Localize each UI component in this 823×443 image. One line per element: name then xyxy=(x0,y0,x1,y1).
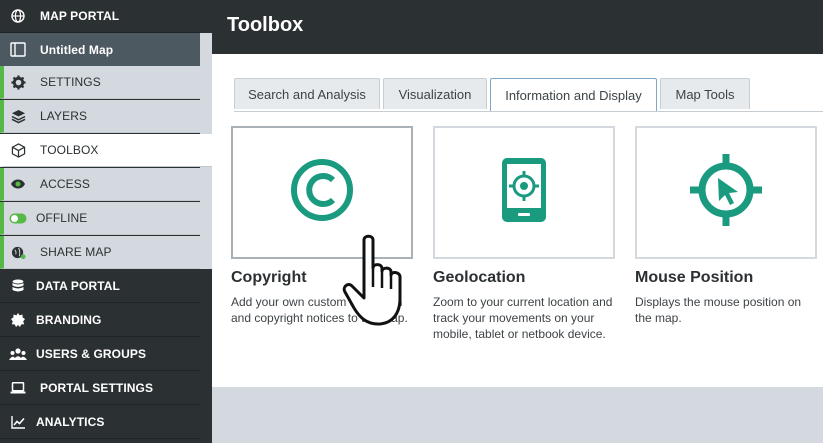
page-title: Toolbox xyxy=(227,14,304,36)
tab-visualization[interactable]: Visualization xyxy=(383,78,487,109)
tool-card-geolocation[interactable]: Geolocation Zoom to your current locatio… xyxy=(433,126,615,342)
sidebar-item-label: Untitled Map xyxy=(40,42,114,57)
tab-bar: Search and Analysis Visualization Inform… xyxy=(234,78,823,112)
chart-icon xyxy=(8,412,28,432)
gear-icon xyxy=(8,72,28,92)
users-icon xyxy=(8,344,28,364)
sidebar-item-offline[interactable]: OFFLINE xyxy=(0,202,200,235)
sidebar-item-label: TOOLBOX xyxy=(40,143,99,157)
eye-icon xyxy=(8,174,28,194)
globe-icon xyxy=(8,6,28,26)
sidebar-edge-top xyxy=(200,0,212,33)
sidebar-edge-bottom xyxy=(200,269,212,443)
tool-card-description: Displays the mouse position on the map. xyxy=(635,295,802,325)
sidebar-item-map-portal[interactable]: MAP PORTAL xyxy=(0,0,200,33)
sidebar-item-layers[interactable]: LAYERS xyxy=(0,100,200,133)
sidebar-item-data-portal[interactable]: DATA PORTAL xyxy=(0,270,200,303)
sidebar-item-label: OFFLINE xyxy=(36,211,88,225)
tool-card-thumbnail[interactable] xyxy=(635,126,817,259)
tool-card-title: Geolocation xyxy=(433,269,526,286)
sidebar-item-label: ACCESS xyxy=(40,177,90,191)
sidebar-item-label: DATA PORTAL xyxy=(36,279,120,293)
toggle-icon[interactable] xyxy=(8,208,28,228)
badge-icon xyxy=(8,310,28,330)
sidebar-item-label: SHARE MAP xyxy=(40,245,112,259)
crosshair-cursor-icon xyxy=(686,150,766,235)
sidebar-item-label: SETTINGS xyxy=(40,75,101,89)
laptop-icon xyxy=(8,378,28,398)
sidebar-item-label: LAYERS xyxy=(40,109,88,123)
sidebar: MAP PORTAL Untitled Map SETTINGS LAYERS … xyxy=(0,0,212,443)
tool-card-title: Mouse Position xyxy=(635,269,754,286)
tab-information-and-display[interactable]: Information and Display xyxy=(490,78,657,111)
map-book-icon xyxy=(8,40,28,60)
copyright-icon xyxy=(290,158,354,227)
sidebar-item-users-groups[interactable]: USERS & GROUPS xyxy=(0,338,200,371)
tab-search-and-analysis[interactable]: Search and Analysis xyxy=(234,78,380,109)
content-footer xyxy=(212,387,823,443)
geolocation-tablet-icon xyxy=(501,157,547,228)
hand-pointer-icon xyxy=(340,232,415,332)
sidebar-item-access[interactable]: ACCESS xyxy=(0,168,200,201)
toolbox-panel: Search and Analysis Visualization Inform… xyxy=(212,54,823,387)
sidebar-item-toolbox[interactable]: TOOLBOX xyxy=(0,134,212,167)
share-globe-icon xyxy=(8,242,28,262)
tool-card-mouse-position[interactable]: Mouse Position Displays the mouse positi… xyxy=(635,126,817,326)
sidebar-item-analytics[interactable]: ANALYTICS xyxy=(0,406,200,439)
layers-icon xyxy=(8,106,28,126)
sidebar-item-portal-settings[interactable]: PORTAL SETTINGS xyxy=(0,372,200,405)
sidebar-item-label: USERS & GROUPS xyxy=(36,347,147,361)
sidebar-item-branding[interactable]: BRANDING xyxy=(0,304,200,337)
sidebar-item-untitled-map[interactable]: Untitled Map xyxy=(0,33,200,66)
sidebar-item-label: ANALYTICS xyxy=(36,415,105,429)
sidebar-item-label: PORTAL SETTINGS xyxy=(40,381,154,395)
sidebar-item-share-map[interactable]: SHARE MAP xyxy=(0,236,200,269)
box-icon xyxy=(8,140,28,160)
sidebar-item-settings[interactable]: SETTINGS xyxy=(0,66,200,99)
tab-map-tools[interactable]: Map Tools xyxy=(660,78,750,109)
sidebar-item-label: BRANDING xyxy=(36,313,102,327)
database-icon xyxy=(8,276,28,296)
tool-card-thumbnail[interactable] xyxy=(433,126,615,259)
sidebar-item-label: MAP PORTAL xyxy=(40,9,120,23)
tool-card-description: Zoom to your current location and track … xyxy=(433,295,613,341)
page-header: Toolbox xyxy=(212,0,823,54)
